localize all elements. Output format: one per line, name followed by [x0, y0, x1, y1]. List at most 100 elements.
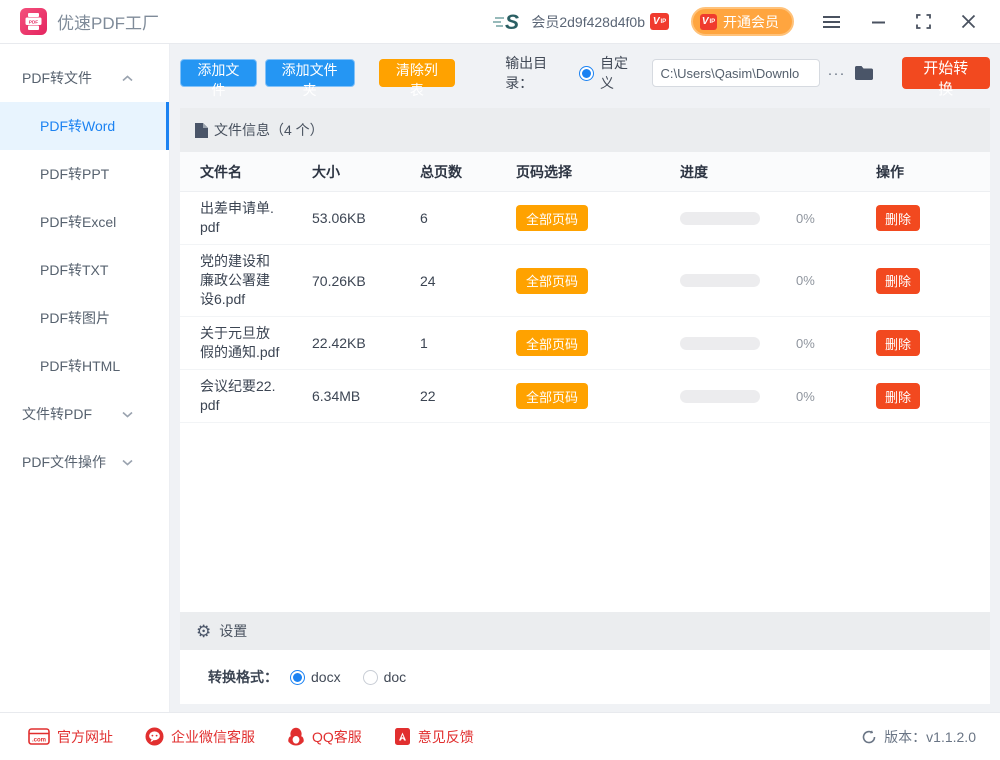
file-info-header: 文件信息（4 个） [180, 108, 990, 152]
file-pages: 6 [420, 210, 516, 226]
delete-button[interactable]: 删除 [876, 383, 920, 409]
page-select-button[interactable]: 全部页码 [516, 330, 588, 356]
page-select-button[interactable]: 全部页码 [516, 383, 588, 409]
maximize-icon [916, 14, 931, 29]
feedback-icon [394, 727, 411, 746]
file-name: 会议纪要22.pdf [200, 377, 280, 415]
document-icon [195, 123, 208, 138]
start-convert-button[interactable]: 开始转换 [902, 57, 990, 89]
sidebar-item-pdf-to-excel[interactable]: PDF转Excel [0, 198, 169, 246]
wechat-service-link[interactable]: 企业微信客服 [145, 727, 255, 747]
file-name: 党的建设和廉政公署建设6.pdf [200, 252, 280, 309]
refresh-icon [861, 729, 877, 745]
main-area: 添加文件 添加文件夹 清除列表 输出目录： 自定义 ··· 开始转换 文件信息（… [170, 44, 1000, 712]
close-button[interactable] [959, 12, 978, 31]
format-option-doc[interactable]: doc [363, 669, 407, 685]
file-pages: 1 [420, 335, 516, 351]
delete-button[interactable]: 删除 [876, 330, 920, 356]
sidebar-group-label: PDF转文件 [22, 68, 92, 88]
chevron-down-icon [122, 459, 133, 466]
file-pages: 22 [420, 388, 516, 404]
svg-text:S: S [505, 11, 519, 33]
sidebar-group-pdf-file-ops[interactable]: PDF文件操作 [0, 438, 169, 486]
file-pages: 24 [420, 273, 516, 289]
app-logo-icon: PDF [20, 8, 47, 35]
empty-area [180, 423, 990, 612]
member-name: 会员2d9f428d4f0b [531, 12, 645, 32]
table-row: 会议纪要22.pdf 6.34MB 22 全部页码 0% 删除 [180, 370, 990, 423]
doc-radio[interactable] [363, 670, 378, 685]
file-size: 70.26KB [312, 273, 420, 289]
minimize-button[interactable] [869, 13, 888, 31]
progress-percent: 0% [796, 211, 815, 226]
progress-bar [680, 337, 760, 350]
page-select-button[interactable]: 全部页码 [516, 268, 588, 294]
custom-dir-label: 自定义 [600, 53, 640, 93]
sidebar-group-label: PDF文件操作 [22, 452, 106, 472]
file-size: 53.06KB [312, 210, 420, 226]
settings-title: 设置 [219, 621, 247, 641]
maximize-button[interactable] [914, 12, 933, 31]
footer: .com 官方网址 企业微信客服 QQ客服 意见反馈 [0, 712, 1000, 760]
col-pages: 总页数 [420, 162, 516, 182]
sidebar-item-pdf-to-html[interactable]: PDF转HTML [0, 342, 169, 390]
docx-label: docx [311, 669, 341, 685]
output-path-input[interactable] [652, 59, 820, 87]
close-icon [961, 14, 976, 29]
table-header: 文件名 大小 总页数 页码选择 进度 操作 [180, 152, 990, 192]
sidebar-group-file-to-pdf[interactable]: 文件转PDF [0, 390, 169, 438]
open-folder-button[interactable] [854, 65, 874, 81]
sidebar-item-pdf-to-ppt[interactable]: PDF转PPT [0, 150, 169, 198]
file-panel: 文件信息（4 个） 文件名 大小 总页数 页码选择 进度 操作 出差申请单.pd… [180, 108, 990, 704]
qq-service-link[interactable]: QQ客服 [287, 727, 362, 747]
custom-dir-radio[interactable] [579, 66, 594, 81]
qq-icon [287, 727, 305, 746]
chevron-up-icon [122, 75, 133, 82]
docx-radio[interactable] [290, 670, 305, 685]
wechat-icon [145, 727, 164, 746]
table-row: 党的建设和廉政公署建设6.pdf 70.26KB 24 全部页码 0% 删除 [180, 245, 990, 317]
sidebar-group-pdf-to-file[interactable]: PDF转文件 [0, 54, 169, 102]
menu-button[interactable] [820, 13, 843, 31]
minimize-icon [871, 15, 886, 29]
file-info-title: 文件信息（4 个） [214, 120, 324, 140]
format-option-docx[interactable]: docx [290, 669, 341, 685]
app-title: 优速PDF工厂 [57, 9, 159, 34]
version-info: 版本：v1.1.2.0 [861, 727, 976, 747]
progress-percent: 0% [796, 273, 815, 288]
progress-percent: 0% [796, 336, 815, 351]
sidebar-item-pdf-to-word[interactable]: PDF转Word [0, 102, 169, 150]
delete-button[interactable]: 删除 [876, 205, 920, 231]
progress-bar [680, 390, 760, 403]
sidebar-group-label: 文件转PDF [22, 404, 92, 424]
browse-more-button[interactable]: ··· [828, 65, 846, 82]
vip-icon: VIP [650, 13, 669, 30]
sidebar-item-pdf-to-txt[interactable]: PDF转TXT [0, 246, 169, 294]
page-select-button[interactable]: 全部页码 [516, 205, 588, 231]
feedback-link[interactable]: 意见反馈 [394, 727, 474, 747]
upgrade-vip-label: 开通会员 [723, 12, 779, 32]
format-label: 转换格式： [208, 667, 278, 687]
doc-label: doc [384, 669, 407, 685]
add-folder-button[interactable]: 添加文件夹 [265, 59, 355, 87]
titlebar: PDF 优速PDF工厂 S 会员2d9f428d4f0b VIP VIP 开通会… [0, 0, 1000, 44]
file-name: 关于元旦放假的通知.pdf [200, 324, 280, 362]
folder-icon [854, 65, 874, 81]
upgrade-vip-button[interactable]: VIP 开通会员 [691, 7, 794, 36]
settings-header: ⚙ 设置 [180, 612, 990, 650]
official-website-link[interactable]: .com 官方网址 [28, 727, 113, 747]
sidebar-item-pdf-to-image[interactable]: PDF转图片 [0, 294, 169, 342]
sidebar: PDF转文件 PDF转Word PDF转PPT PDF转Excel PDF转TX… [0, 44, 170, 712]
col-page-select: 页码选择 [516, 162, 680, 182]
hamburger-icon [822, 15, 841, 29]
delete-button[interactable]: 删除 [876, 268, 920, 294]
table-row: 出差申请单.pdf 53.06KB 6 全部页码 0% 删除 [180, 192, 990, 245]
clear-list-button[interactable]: 清除列表 [379, 59, 456, 87]
add-file-button[interactable]: 添加文件 [180, 59, 257, 87]
format-row: 转换格式： docx doc [180, 650, 990, 704]
output-dir-label: 输出目录： [505, 53, 571, 93]
col-progress: 进度 [680, 162, 876, 182]
progress-bar [680, 212, 760, 225]
svg-text:.com: .com [32, 738, 46, 744]
file-size: 22.42KB [312, 335, 420, 351]
